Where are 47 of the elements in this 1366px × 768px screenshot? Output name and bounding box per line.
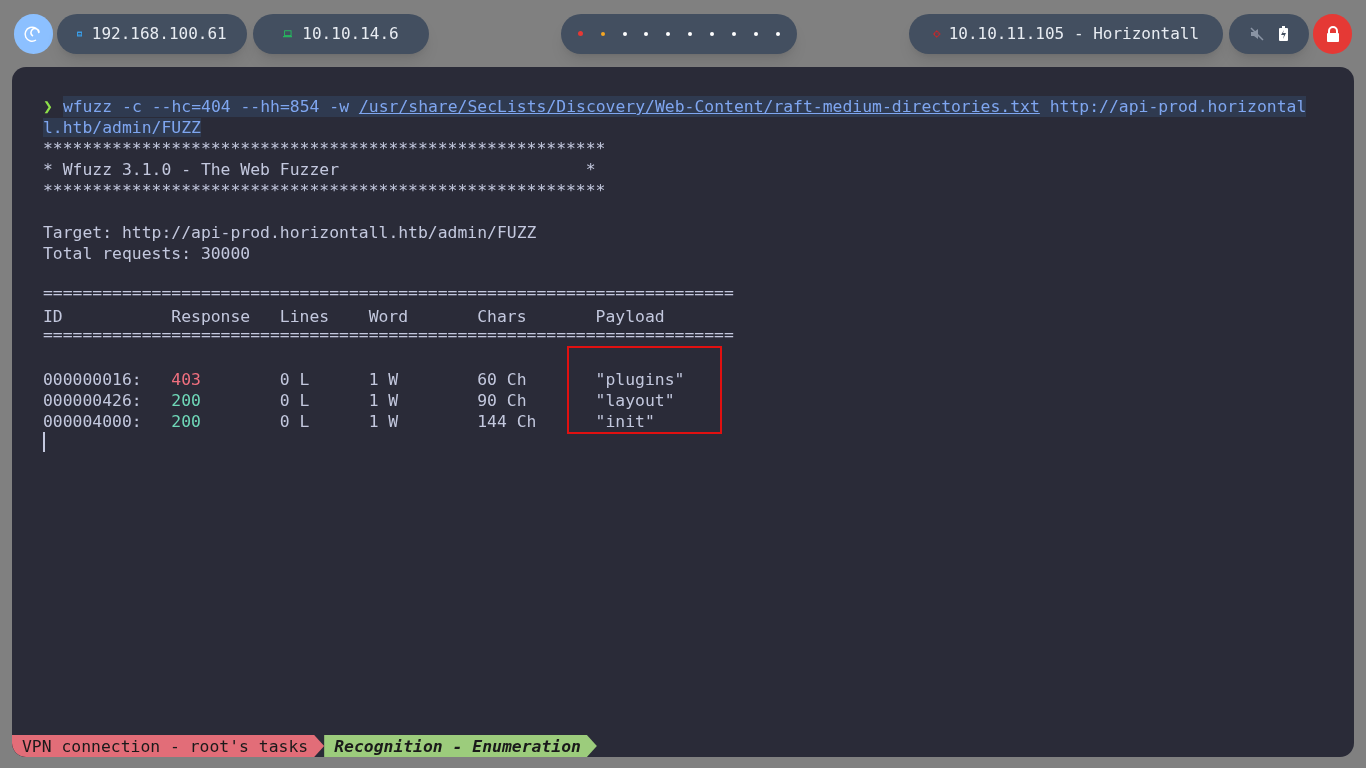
lock-icon bbox=[1325, 25, 1340, 42]
column-header: Chars bbox=[477, 307, 527, 326]
target-label: 10.10.11.105 - Horizontall bbox=[948, 22, 1200, 45]
result-id: 000000016: bbox=[43, 370, 142, 389]
column-header: Response bbox=[171, 307, 251, 326]
response-code: 200 bbox=[171, 412, 201, 431]
word-count: 1 W bbox=[368, 391, 399, 410]
lock-button[interactable] bbox=[1313, 13, 1352, 54]
separator-line: ====================================================================== bbox=[43, 282, 735, 303]
target-url: http://api-prod.horizontal bbox=[1049, 97, 1307, 116]
status-segment: VPN connection - root's tasks bbox=[12, 735, 325, 757]
distro-logo-icon[interactable] bbox=[14, 13, 53, 54]
chars-count: 90 Ch bbox=[477, 391, 527, 410]
word-count: 1 W bbox=[368, 412, 399, 431]
chars-count: 144 Ch bbox=[477, 412, 537, 431]
payload-text: "layout" bbox=[595, 391, 675, 410]
banner-line: ********************************************************* bbox=[43, 138, 607, 159]
column-header: Payload bbox=[595, 307, 665, 326]
separator-line: ====================================================================== bbox=[43, 325, 735, 345]
word-count: 1 W bbox=[368, 370, 399, 389]
text-cursor bbox=[43, 432, 45, 452]
command-text: wfuzz -c --hc=404 --hh=854 -w bbox=[62, 97, 350, 116]
info-line: Target: http://api-prod.horizontall.htb/admin/FUZZ bbox=[43, 222, 538, 243]
lines-count: 0 L bbox=[279, 412, 310, 431]
lines-count: 0 L bbox=[279, 391, 310, 410]
status-segment: Recognition - Enumeration bbox=[324, 735, 597, 757]
response-code: 200 bbox=[171, 391, 201, 410]
result-id: 000004000: bbox=[43, 412, 142, 431]
info-line: Total requests: 30000 bbox=[43, 243, 252, 264]
payload-text: "plugins" bbox=[595, 370, 685, 389]
target-url: l.htb/admin/FUZZ bbox=[43, 118, 201, 137]
banner-line: ********************************************************* bbox=[43, 180, 607, 201]
lines-count: 0 L bbox=[279, 370, 310, 389]
chars-count: 60 Ch bbox=[477, 370, 527, 389]
ethernet-ip: 192.168.100.61 bbox=[91, 22, 227, 45]
banner-line: * Wfuzz 3.1.0 - The Web Fuzzer * bbox=[43, 159, 597, 180]
column-header: Lines bbox=[279, 307, 330, 326]
prompt-arrow: ❯ bbox=[43, 96, 54, 117]
speaker-muted-icon[interactable] bbox=[1250, 26, 1265, 41]
response-code: 403 bbox=[171, 370, 201, 389]
wordlist-path: /usr/share/SecLists/Discovery/Web-Content/raft-medium-directories.txt bbox=[358, 97, 1040, 116]
vpn-ip: 10.10.14.6 bbox=[302, 22, 399, 45]
result-id: 000000426: bbox=[43, 391, 142, 410]
column-header: ID bbox=[43, 307, 63, 326]
column-header: Word bbox=[368, 307, 409, 326]
payload-text: "init" bbox=[595, 412, 655, 431]
battery-charging-icon[interactable] bbox=[1279, 26, 1288, 41]
